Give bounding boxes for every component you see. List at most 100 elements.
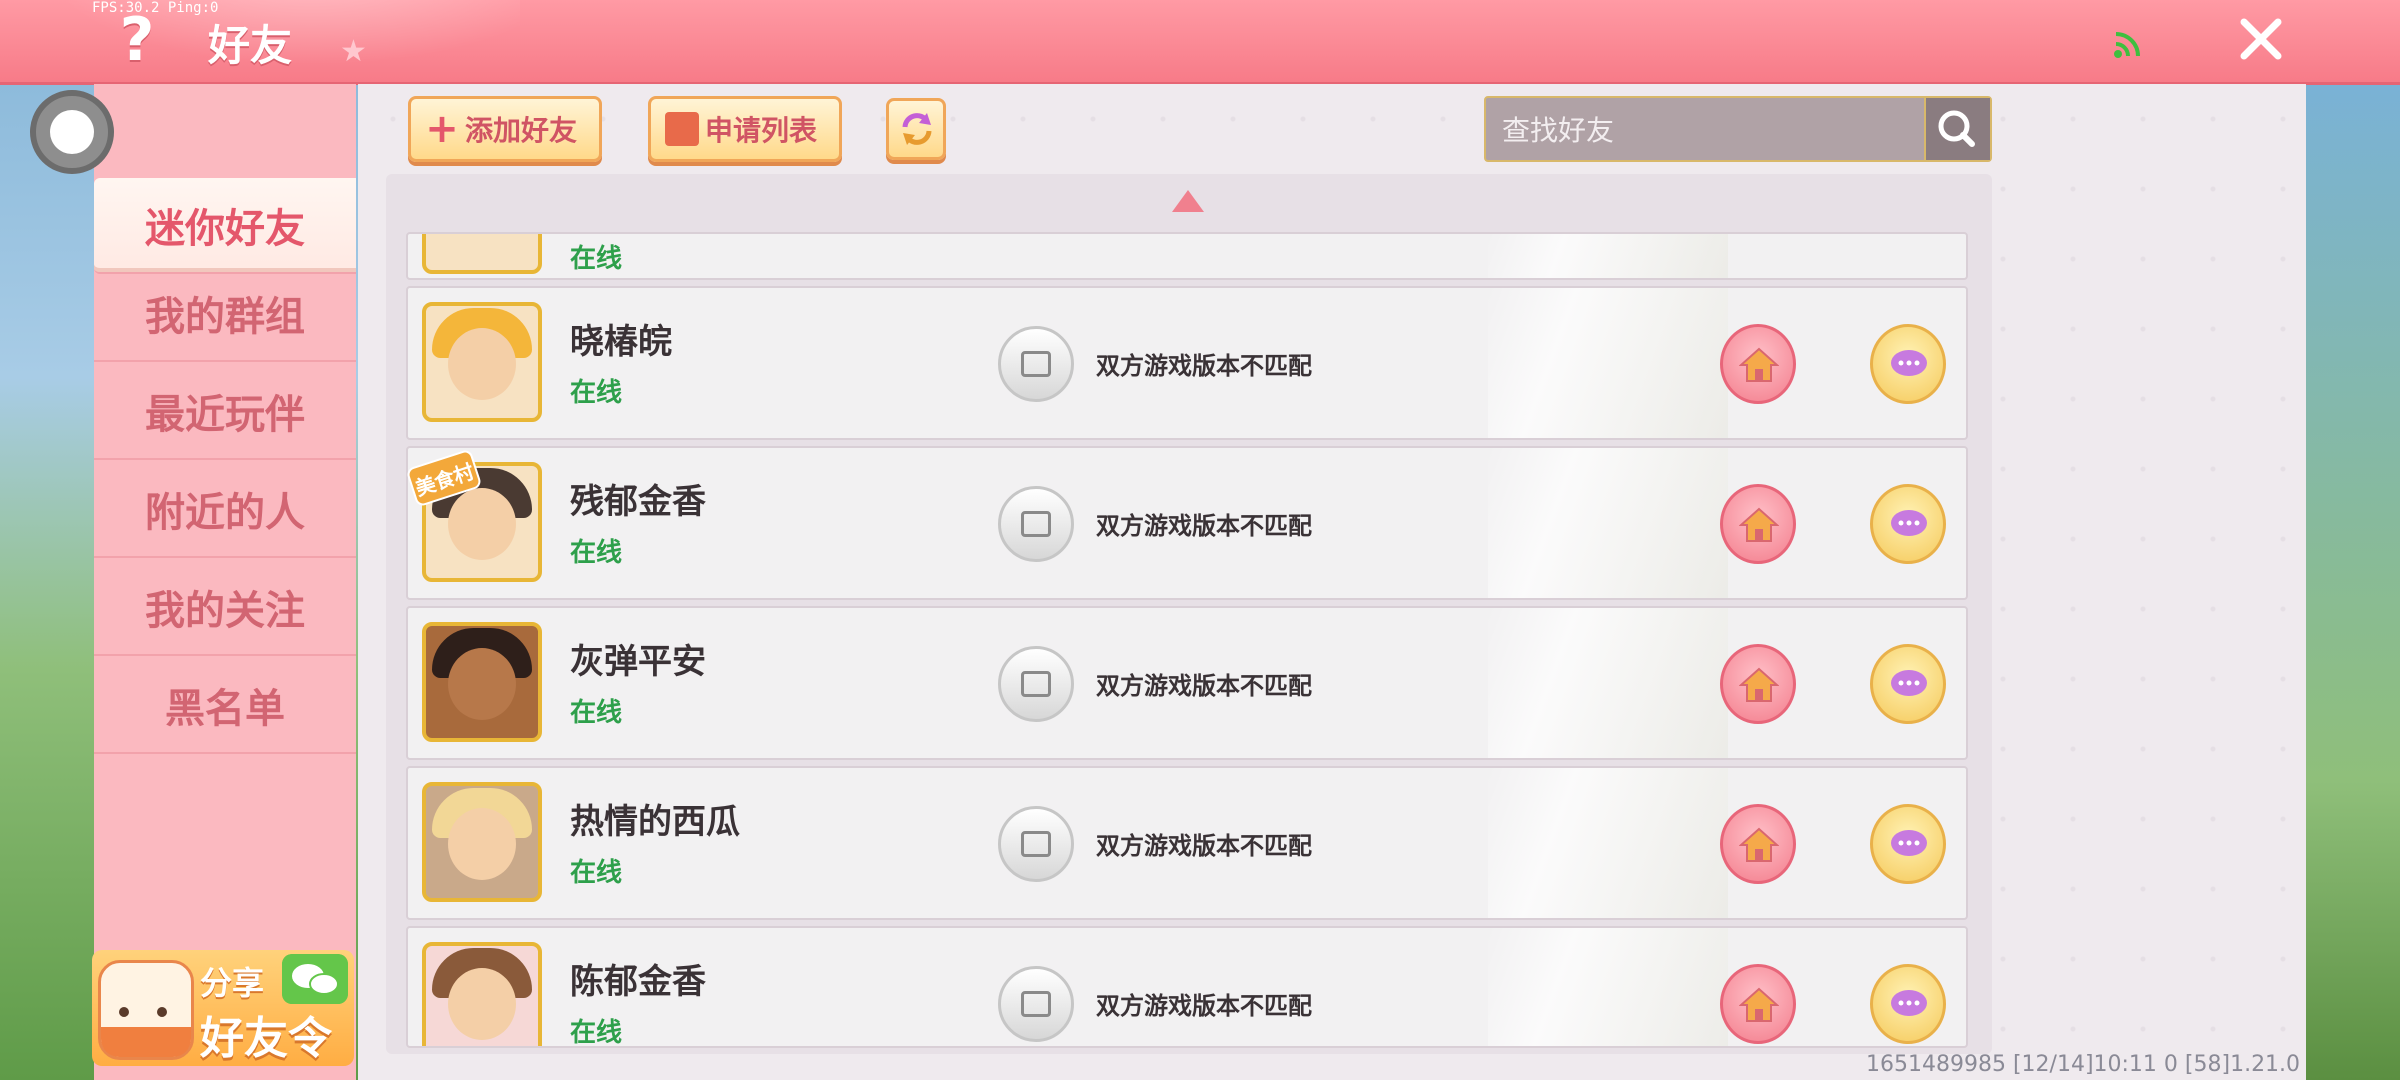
friend-code-label: 好友令	[200, 1013, 332, 1064]
add-friend-label: 添加好友	[465, 114, 578, 147]
home-icon	[1739, 507, 1779, 542]
sidebar-item-label: 附近的人	[145, 490, 305, 536]
chat-icon	[1891, 830, 1927, 856]
join-game-button[interactable]	[998, 326, 1074, 402]
visit-home-button[interactable]	[1720, 644, 1796, 724]
version-mismatch-text: 双方游戏版本不匹配	[1096, 512, 1312, 540]
avatar-face	[448, 328, 516, 400]
sidebar-item-label: 我的群组	[145, 294, 305, 340]
add-friend-button[interactable]: + 添加好友	[408, 96, 602, 162]
friend-status: 在线	[570, 538, 623, 568]
avatar-face	[448, 648, 516, 720]
chat-button[interactable]	[1870, 804, 1946, 884]
request-list-button[interactable]: 申请列表	[648, 96, 842, 162]
request-list-label: 申请列表	[705, 114, 818, 147]
row-sheen	[1488, 448, 1728, 598]
home-icon	[1739, 987, 1779, 1022]
version-mismatch-text: 双方游戏版本不匹配	[1096, 672, 1312, 700]
friend-status: 在线	[570, 698, 623, 728]
row-sheen	[1488, 768, 1728, 918]
sidebar-item-label: 黑名单	[165, 686, 285, 732]
chat-button[interactable]	[1870, 644, 1946, 724]
wechat-icon	[282, 954, 348, 1004]
version-mismatch-text: 双方游戏版本不匹配	[1096, 352, 1312, 380]
chat-button[interactable]	[1870, 964, 1946, 1044]
sidebar-item-following[interactable]: 我的关注	[94, 560, 356, 656]
version-mismatch-text: 双方游戏版本不匹配	[1096, 992, 1312, 1020]
home-icon	[1739, 827, 1779, 862]
share-friend-code-button[interactable]: 分享 好友令	[92, 950, 354, 1066]
chat-icon	[1891, 990, 1927, 1016]
top-bar: FPS:30.2 Ping:0 ? 好友 ★	[0, 0, 2400, 82]
friend-row-partial[interactable]: 在线	[406, 232, 1968, 280]
refresh-button[interactable]	[886, 98, 946, 160]
sidebar-item-recent-players[interactable]: 最近玩伴	[94, 364, 356, 460]
avatar	[422, 622, 542, 742]
avatar	[422, 234, 542, 274]
sidebar-item-blacklist[interactable]: 黑名单	[94, 658, 356, 754]
friend-status: 在线	[570, 1018, 623, 1048]
friend-name: 灰弹平安	[570, 642, 706, 682]
version-mismatch-text: 双方游戏版本不匹配	[1096, 832, 1312, 860]
chat-button[interactable]	[1870, 484, 1946, 564]
sidebar-item-label: 我的关注	[145, 588, 305, 634]
avatar-face	[448, 808, 516, 880]
friend-row[interactable]: 残郁金香 在线 双方游戏版本不匹配	[406, 446, 1968, 600]
friend-status: 在线	[570, 858, 623, 888]
sidebar-item-nearby[interactable]: 附近的人	[94, 462, 356, 558]
visit-home-button[interactable]	[1720, 324, 1796, 404]
friend-name: 晓椿皖	[570, 322, 672, 362]
avatar	[422, 782, 542, 902]
avatar-face	[448, 968, 516, 1040]
plus-icon: +	[425, 106, 459, 152]
visit-home-button[interactable]	[1720, 804, 1796, 884]
game-background-right	[2306, 84, 2400, 1080]
chat-icon	[1891, 510, 1927, 536]
chat-icon	[1891, 670, 1927, 696]
sidebar-item-my-groups[interactable]: 我的群组	[94, 266, 356, 362]
sidebar-item-label: 迷你好友	[145, 206, 305, 252]
refresh-icon	[902, 113, 932, 145]
chat-icon	[1891, 350, 1927, 376]
friend-name: 热情的西瓜	[570, 802, 740, 842]
join-game-button[interactable]	[998, 966, 1074, 1042]
home-icon	[1739, 667, 1779, 702]
scroll-up-arrow-icon[interactable]	[1172, 190, 1204, 212]
visit-home-button[interactable]	[1720, 484, 1796, 564]
friend-name: 陈郁金香	[570, 962, 706, 1002]
row-sheen	[1488, 928, 1728, 1046]
avatar	[422, 302, 542, 422]
signal-icon	[2114, 32, 2140, 58]
list-icon	[665, 112, 699, 146]
join-game-button[interactable]	[998, 806, 1074, 882]
friend-row[interactable]: 晓椿皖 在线 双方游戏版本不匹配	[406, 286, 1968, 440]
sidebar-item-mini-friends[interactable]: 迷你好友	[94, 178, 356, 274]
join-game-button[interactable]	[998, 486, 1074, 562]
chat-button[interactable]	[1870, 324, 1946, 404]
row-sheen	[1488, 608, 1728, 758]
sidebar-item-label: 最近玩伴	[145, 392, 305, 438]
row-sheen	[1488, 288, 1728, 438]
floating-circle-button[interactable]	[30, 90, 114, 174]
home-icon	[1739, 347, 1779, 382]
join-game-button[interactable]	[998, 646, 1074, 722]
search-input[interactable]	[1500, 108, 1904, 152]
close-icon[interactable]	[2236, 14, 2286, 64]
help-icon[interactable]: ?	[112, 8, 162, 72]
visit-home-button[interactable]	[1720, 964, 1796, 1044]
avatar-face	[448, 488, 516, 560]
star-decoration-icon: ★	[340, 34, 367, 69]
mascot-icon	[98, 960, 194, 1060]
build-info: 1651489985 [12/14]10:11 0 [58]1.21.0	[1866, 1052, 2301, 1077]
search-box	[1484, 96, 1992, 162]
friend-row[interactable]: 热情的西瓜 在线 双方游戏版本不匹配	[406, 766, 1968, 920]
share-label: 分享	[200, 964, 265, 1002]
row-sheen	[1488, 234, 1728, 278]
friend-status: 在线	[570, 244, 623, 274]
friend-row[interactable]: 陈郁金香 在线 双方游戏版本不匹配	[406, 926, 1968, 1048]
friend-name: 残郁金香	[570, 482, 706, 522]
friend-status: 在线	[570, 378, 623, 408]
friend-row[interactable]: 灰弹平安 在线 双方游戏版本不匹配	[406, 606, 1968, 760]
page-title: 好友	[208, 21, 293, 70]
search-icon[interactable]	[1924, 98, 1990, 160]
